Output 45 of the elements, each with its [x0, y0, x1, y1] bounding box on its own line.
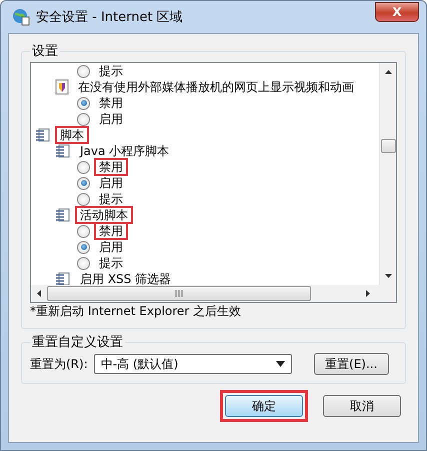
cancel-button[interactable]: 取消 — [323, 395, 401, 417]
radio-button[interactable] — [77, 160, 90, 174]
radio-button[interactable] — [77, 224, 90, 238]
radio-button[interactable] — [77, 112, 90, 126]
reset-label: 重置为(R): — [30, 356, 88, 372]
vertical-scrollbar[interactable] — [379, 63, 396, 285]
script-icon — [55, 144, 71, 158]
setting-label: 启用 XSS 筛选器 — [79, 271, 172, 285]
ok-button[interactable]: 确定 — [225, 395, 303, 417]
scroll-thumb[interactable] — [380, 139, 396, 153]
script-icon — [35, 128, 51, 142]
script-icon — [55, 208, 71, 222]
radio-button[interactable] — [77, 240, 90, 254]
scroll-thumb[interactable] — [47, 286, 311, 301]
option-label[interactable]: 禁用 — [94, 222, 128, 240]
radio-button[interactable] — [77, 96, 90, 110]
grip-icon — [174, 290, 184, 297]
dropdown-arrow-icon — [276, 361, 285, 367]
option-label[interactable]: 禁用 — [94, 158, 128, 176]
reset-button[interactable]: 重置(E)... — [314, 353, 389, 375]
option-label[interactable]: 禁用 — [94, 94, 128, 112]
radio-button[interactable] — [77, 192, 90, 206]
option-label[interactable]: 提示 — [94, 63, 128, 80]
media-icon — [55, 79, 69, 95]
category-label: 脚本 — [55, 126, 89, 144]
group-title: 重置自定义设置 — [31, 334, 124, 351]
radio-button[interactable] — [77, 64, 90, 78]
option-label[interactable]: 启用 — [94, 110, 128, 128]
radio-button[interactable] — [77, 256, 90, 270]
setting-label: Java 小程序脚本 — [78, 143, 170, 160]
level-dropdown[interactable]: 中-高 (默认值) — [94, 354, 292, 374]
globe-icon — [12, 8, 30, 26]
horizontal-scrollbar[interactable] — [31, 285, 396, 302]
group-title: 设置 — [31, 43, 59, 60]
option-label[interactable]: 提示 — [94, 190, 128, 208]
close-button[interactable]: X — [375, 2, 419, 22]
setting-label: 在没有使用外部媒体播放机的网页上显示视频和动画 — [77, 79, 355, 96]
option-label[interactable]: 启用 — [94, 238, 128, 256]
window-title: 安全设置 - Internet 区域 — [36, 9, 184, 26]
script-icon — [55, 272, 71, 285]
option-label[interactable]: 启用 — [94, 174, 128, 192]
radio-button[interactable] — [77, 176, 90, 190]
setting-label: 活动脚本 — [75, 206, 133, 224]
option-label[interactable]: 提示 — [94, 254, 128, 272]
restart-note: *重新启动 Internet Explorer 之后生效 — [30, 304, 242, 318]
